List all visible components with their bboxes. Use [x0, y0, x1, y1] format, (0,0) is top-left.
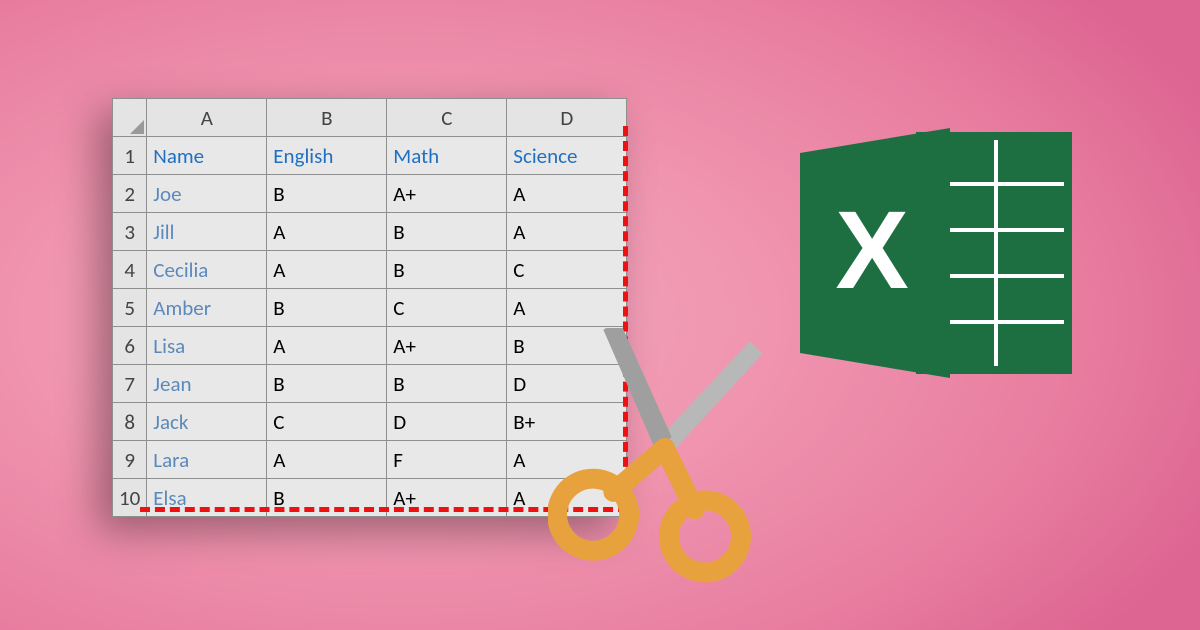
row-number[interactable]: 10 — [113, 479, 147, 517]
col-header-D[interactable]: D — [507, 99, 627, 137]
cell[interactable]: Elsa — [147, 479, 267, 517]
col-header-B[interactable]: B — [267, 99, 387, 137]
cell[interactable]: Science — [507, 137, 627, 175]
cell[interactable]: English — [267, 137, 387, 175]
cell[interactable]: Jill — [147, 213, 267, 251]
cell[interactable]: A — [267, 441, 387, 479]
cell[interactable]: A+ — [387, 479, 507, 517]
column-header-row: A B C D — [113, 99, 627, 137]
cell[interactable]: D — [387, 403, 507, 441]
cell[interactable]: A+ — [387, 175, 507, 213]
table-row: 3 Jill A B A — [113, 213, 627, 251]
cell[interactable]: A — [267, 327, 387, 365]
cell[interactable]: A+ — [387, 327, 507, 365]
row-number[interactable]: 2 — [113, 175, 147, 213]
cell[interactable]: C — [267, 403, 387, 441]
cell[interactable]: B — [387, 251, 507, 289]
cell[interactable]: A — [507, 175, 627, 213]
cell[interactable]: C — [507, 251, 627, 289]
table-row: 1 Name English Math Science — [113, 137, 627, 175]
cell[interactable]: B — [267, 479, 387, 517]
svg-text:X: X — [835, 189, 908, 312]
row-number[interactable]: 9 — [113, 441, 147, 479]
cell[interactable]: Name — [147, 137, 267, 175]
cell[interactable]: A — [267, 213, 387, 251]
cell[interactable]: B — [387, 213, 507, 251]
cell[interactable]: B — [387, 365, 507, 403]
cell[interactable]: A — [267, 251, 387, 289]
cell[interactable]: Joe — [147, 175, 267, 213]
cell[interactable]: Lara — [147, 441, 267, 479]
cell[interactable]: Jack — [147, 403, 267, 441]
row-number[interactable]: 3 — [113, 213, 147, 251]
cell[interactable]: B — [267, 175, 387, 213]
cell[interactable]: F — [387, 441, 507, 479]
cell[interactable]: A — [507, 213, 627, 251]
scissors-icon — [548, 328, 778, 588]
row-number[interactable]: 4 — [113, 251, 147, 289]
select-all-corner[interactable] — [113, 99, 147, 137]
cell[interactable]: Jean — [147, 365, 267, 403]
table-row: 2 Joe B A+ A — [113, 175, 627, 213]
cell[interactable]: B — [267, 289, 387, 327]
cell[interactable]: Math — [387, 137, 507, 175]
col-header-C[interactable]: C — [387, 99, 507, 137]
row-number[interactable]: 1 — [113, 137, 147, 175]
col-header-A[interactable]: A — [147, 99, 267, 137]
cell[interactable]: B — [267, 365, 387, 403]
table-row: 4 Cecilia A B C — [113, 251, 627, 289]
cell[interactable]: Lisa — [147, 327, 267, 365]
row-number[interactable]: 7 — [113, 365, 147, 403]
row-number[interactable]: 6 — [113, 327, 147, 365]
table-row: 5 Amber B C A — [113, 289, 627, 327]
cell[interactable]: Cecilia — [147, 251, 267, 289]
cell[interactable]: Amber — [147, 289, 267, 327]
cell[interactable]: C — [387, 289, 507, 327]
row-number[interactable]: 8 — [113, 403, 147, 441]
excel-logo-icon: X — [790, 118, 1080, 388]
cell[interactable]: A — [507, 289, 627, 327]
row-number[interactable]: 5 — [113, 289, 147, 327]
